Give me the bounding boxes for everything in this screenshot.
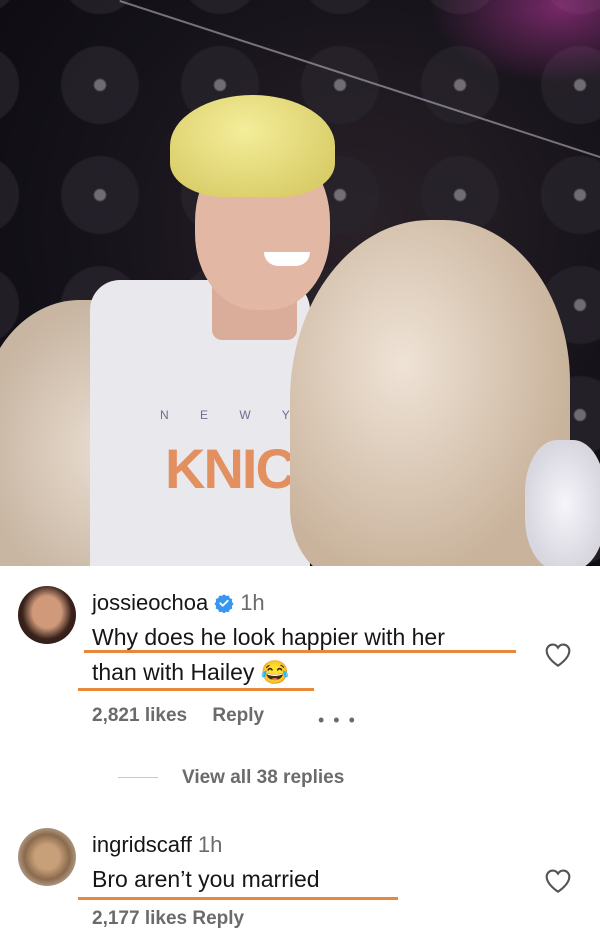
comment-header: jossieochoa 1h (92, 590, 265, 616)
reply-button[interactable]: Reply (212, 705, 264, 726)
likes-count-partial: 2,177 likes Reply (92, 908, 245, 929)
shirt-logo-text: KNIC (165, 437, 296, 500)
heart-outline-icon[interactable] (542, 638, 574, 668)
reply-divider (118, 777, 158, 779)
avatar-jossieochoa[interactable] (18, 586, 76, 644)
view-replies-label[interactable]: View all 38 replies (182, 767, 344, 788)
neon-light-glow (420, 0, 600, 90)
orange-underline (78, 897, 398, 900)
comment-text-line-2: than with Hailey 😂 (92, 659, 290, 685)
more-dots-icon[interactable]: • • • (318, 710, 357, 731)
comment-text-line-1: Why does he look happier with her (92, 624, 445, 650)
white-glove (525, 440, 600, 566)
comment-text-line-1: Bro aren’t you married (92, 866, 320, 892)
yellow-cap (170, 95, 335, 197)
comment-header: ingridscaff 1h (92, 832, 222, 858)
comment-time: 1h (197, 832, 223, 857)
avatar-ingridscaff[interactable] (18, 828, 76, 886)
comment-time: 1h (240, 590, 265, 615)
orange-underline (84, 650, 516, 653)
verified-badge-icon (214, 594, 234, 613)
username-jossieochoa[interactable]: jossieochoa (92, 590, 208, 615)
comment-actions: 2,821 likes Reply (92, 705, 284, 727)
likes-count[interactable]: 2,821 likes (92, 705, 187, 726)
post-photo: N E W Y O KNIC (0, 0, 600, 566)
smile (264, 252, 310, 266)
orange-underline (78, 688, 314, 691)
heart-outline-icon[interactable] (542, 864, 574, 894)
view-replies[interactable]: View all 38 replies (92, 767, 344, 789)
username-ingridscaff[interactable]: ingridscaff (92, 832, 192, 857)
